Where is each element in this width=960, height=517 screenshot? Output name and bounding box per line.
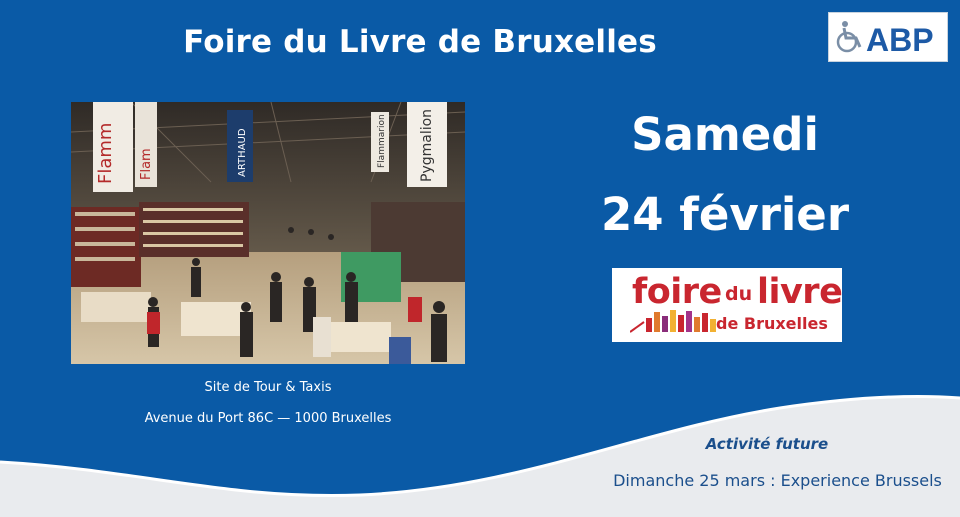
venue-name: Site de Tour & Taxis <box>204 380 332 395</box>
logo-word-du: du <box>725 283 753 305</box>
future-activity-text: Dimanche 25 mars : Experience Brussels <box>613 471 942 490</box>
logo-word-livre: livre <box>757 272 843 312</box>
logo-word-foire: foire <box>632 272 722 312</box>
event-day: Samedi <box>631 108 819 161</box>
svg-text:ARTHAUD: ARTHAUD <box>237 128 248 177</box>
foire-du-livre-logo: foire du livre de Bruxelles <box>612 268 843 342</box>
svg-text:Flammarion: Flammarion <box>377 114 387 168</box>
svg-text:ABP: ABP <box>866 22 934 58</box>
svg-text:Pygmalion: Pygmalion <box>419 109 435 182</box>
svg-text:Flam: Flam <box>139 148 154 180</box>
future-activity-label: Activité future <box>705 435 829 453</box>
abp-logo: ABP <box>828 12 948 62</box>
books-icon <box>630 310 716 333</box>
event-date: 24 février <box>600 188 850 241</box>
logo-word-de-bruxelles: de Bruxelles <box>716 314 828 333</box>
flyer: Foire du Livre de Bruxelles ABP Flamm Fl… <box>0 0 960 517</box>
page-title: Foire du Livre de Bruxelles <box>183 24 657 60</box>
abp-logo-graphic: ABP <box>832 16 944 58</box>
book-fair-scene: Flamm Flam ARTHAUD Flammarion Pygmalion <box>71 102 465 364</box>
svg-text:Flamm: Flamm <box>95 123 116 184</box>
book-fair-photo: Flamm Flam ARTHAUD Flammarion Pygmalion <box>71 102 465 364</box>
venue-address: Avenue du Port 86C — 1000 Bruxelles <box>144 411 392 426</box>
